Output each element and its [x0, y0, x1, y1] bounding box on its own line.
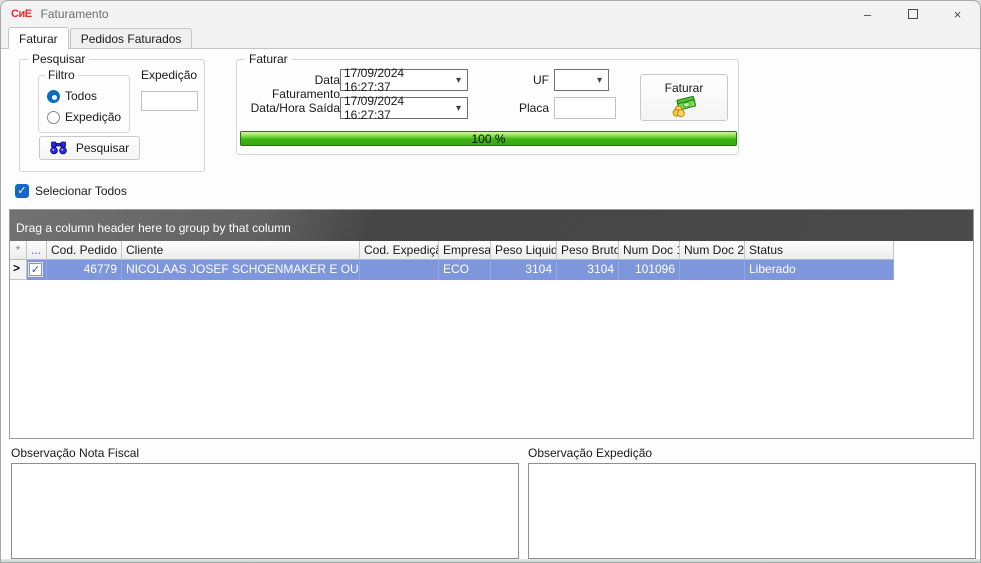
- radio-todos-label: Todos: [65, 89, 97, 103]
- data-hora-saida-value: 17/09/2024 16:27:37: [344, 94, 453, 122]
- placa-input[interactable]: [554, 97, 616, 119]
- minimize-button[interactable]: –: [845, 1, 890, 27]
- table-row[interactable]: > ✓ 46779 NICOLAAS JOSEF SCHOENMAKER E O…: [10, 260, 973, 280]
- cell-peso-liquido[interactable]: 3104: [491, 260, 557, 280]
- window-title: Faturamento: [41, 7, 109, 21]
- radio-todos-icon: [47, 90, 60, 103]
- cell-cod-expedicao[interactable]: [360, 260, 439, 280]
- cell-num-doc-2[interactable]: [680, 260, 745, 280]
- pesquisar-button[interactable]: Pesquisar: [39, 136, 140, 160]
- chevron-down-icon: ▾: [453, 103, 464, 114]
- filtro-groupbox: Filtro Todos Expedição: [38, 75, 130, 133]
- checkbox-checked-icon: ✓: [15, 184, 29, 198]
- column-header-cod-pedido[interactable]: Cod. Pedido: [47, 241, 122, 260]
- cell-status[interactable]: Liberado: [745, 260, 894, 280]
- row-checkbox-checked-icon: ✓: [29, 263, 42, 276]
- faturar-groupbox: Faturar Data Faturamento 17/09/2024 16:2…: [236, 59, 739, 155]
- app-logo-icon: CᴎE: [11, 8, 32, 20]
- observacao-expedicao-label: Observação Expedição: [528, 446, 652, 460]
- grid-header-row: * ... Cod. Pedido Cliente Cod. Expedição…: [10, 241, 973, 260]
- grid-group-panel[interactable]: Drag a column header here to group by th…: [10, 210, 973, 241]
- column-header-cod-expedicao[interactable]: Cod. Expedição: [360, 241, 439, 260]
- column-header-num-doc-2[interactable]: Num Doc 2: [680, 241, 745, 260]
- cell-empresa[interactable]: ECO: [439, 260, 491, 280]
- column-header-checkbox[interactable]: ...: [27, 241, 47, 260]
- data-faturamento-value: 17/09/2024 16:27:37: [344, 66, 453, 94]
- pesquisar-group-title: Pesquisar: [28, 52, 89, 66]
- cell-peso-bruto[interactable]: 3104: [557, 260, 619, 280]
- cell-num-doc-1[interactable]: 101096: [619, 260, 680, 280]
- progress-bar: 100 %: [240, 131, 737, 146]
- expedicao-label: Expedição: [141, 68, 197, 82]
- row-checkbox[interactable]: ✓: [27, 260, 47, 280]
- uf-label: UF: [487, 73, 549, 87]
- radio-expedicao-label: Expedição: [65, 110, 121, 124]
- column-header-peso-liquido[interactable]: Peso Liquido: [491, 241, 557, 260]
- cell-cod-pedido[interactable]: 46779: [47, 260, 122, 280]
- faturamento-window: CᴎE Faturamento – × Faturar Pedidos Fatu…: [0, 0, 981, 563]
- close-icon: ×: [954, 7, 962, 22]
- data-hora-saida-label: Data/Hora Saída: [245, 101, 340, 115]
- progress-label: 100 %: [471, 132, 505, 146]
- selecionar-todos-checkbox[interactable]: ✓ Selecionar Todos: [15, 184, 127, 198]
- observacao-nota-fiscal-textarea[interactable]: [11, 463, 519, 559]
- radio-todos[interactable]: Todos: [47, 89, 97, 103]
- minimize-icon: –: [864, 7, 871, 22]
- radio-expedicao[interactable]: Expedição: [47, 110, 121, 124]
- expedicao-input[interactable]: [141, 91, 198, 111]
- pedidos-grid: Drag a column header here to group by th…: [9, 209, 974, 439]
- close-button[interactable]: ×: [935, 1, 980, 27]
- data-faturamento-picker[interactable]: 17/09/2024 16:27:37 ▾: [340, 69, 468, 91]
- selecionar-todos-label: Selecionar Todos: [35, 184, 127, 198]
- observacao-expedicao-textarea[interactable]: [528, 463, 976, 559]
- money-icon: [671, 96, 697, 117]
- data-hora-saida-picker[interactable]: 17/09/2024 16:27:37 ▾: [340, 97, 468, 119]
- faturar-button[interactable]: Faturar: [640, 74, 728, 121]
- column-header-peso-bruto[interactable]: Peso Bruto: [557, 241, 619, 260]
- column-header-status[interactable]: Status: [745, 241, 894, 260]
- faturar-button-label: Faturar: [665, 81, 704, 95]
- title-bar: CᴎE Faturamento – ×: [1, 1, 980, 27]
- column-header-num-doc-1[interactable]: Num Doc 1: [619, 241, 680, 260]
- chevron-down-icon: ▾: [453, 75, 464, 86]
- cell-cliente[interactable]: NICOLAAS JOSEF SCHOENMAKER E OUTROS: [122, 260, 360, 280]
- tab-bar: Faturar Pedidos Faturados: [1, 27, 980, 48]
- filtro-group-title: Filtro: [45, 68, 78, 82]
- pesquisar-button-label: Pesquisar: [76, 141, 129, 155]
- row-indicator-icon: >: [10, 260, 27, 280]
- pesquisar-groupbox: Pesquisar Filtro Todos Expedição Expediç…: [19, 59, 205, 172]
- column-header-cliente[interactable]: Cliente: [122, 241, 360, 260]
- maximize-icon: [908, 9, 918, 19]
- observacao-nota-fiscal-label: Observação Nota Fiscal: [11, 446, 139, 460]
- tab-pedidos-faturados[interactable]: Pedidos Faturados: [70, 28, 193, 49]
- tab-page-faturar: Pesquisar Filtro Todos Expedição Expediç…: [1, 48, 980, 562]
- maximize-button[interactable]: [890, 1, 935, 27]
- window-bottom-edge: [1, 559, 980, 562]
- radio-expedicao-icon: [47, 111, 60, 124]
- faturar-group-title: Faturar: [245, 52, 292, 66]
- data-faturamento-label: Data Faturamento: [245, 73, 340, 101]
- binoculars-icon: [50, 141, 67, 155]
- column-header-empresa[interactable]: Empresa: [439, 241, 491, 260]
- uf-select[interactable]: ▾: [554, 69, 609, 91]
- chevron-down-icon: ▾: [594, 75, 605, 86]
- placa-label: Placa: [487, 101, 549, 115]
- tab-faturar[interactable]: Faturar: [8, 27, 69, 49]
- column-header-indicator[interactable]: *: [10, 241, 27, 260]
